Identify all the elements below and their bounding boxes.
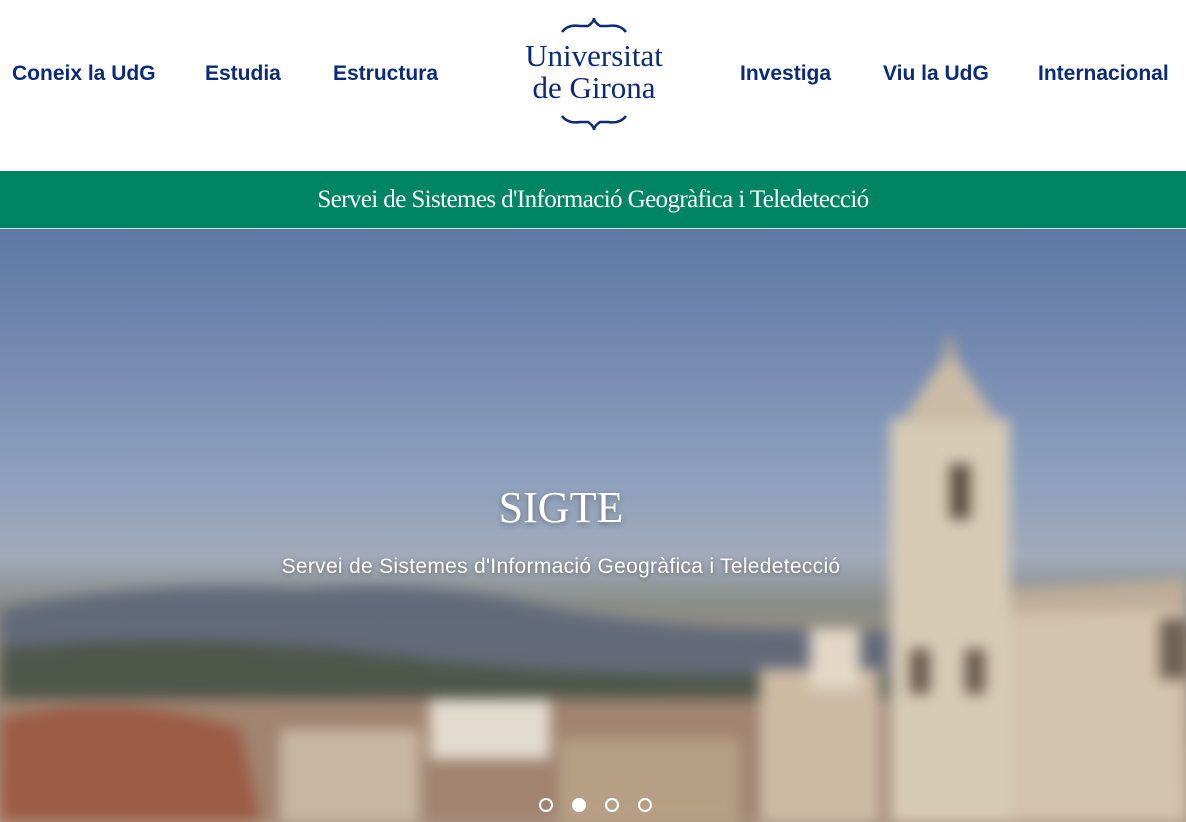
logo-text-line1: Universitat <box>525 38 663 73</box>
slider-dot-4[interactable] <box>638 798 652 812</box>
site-header: Coneix la UdG Estudia Estructura Univers… <box>0 0 1186 171</box>
banner-title[interactable]: Servei de Sistemes d'Informació Geogràfi… <box>317 186 869 214</box>
nav-coneix-la-udg[interactable]: Coneix la UdG <box>12 62 156 86</box>
nav-internacional[interactable]: Internacional <box>1038 62 1169 86</box>
hero-subtitle: Servei de Sistemes d'Informació Geogràfi… <box>281 555 841 578</box>
hero-slider[interactable]: SIGTE Servei de Sistemes d'Informació Ge… <box>0 229 1186 822</box>
logo-text-line2: de Girona <box>532 70 656 105</box>
service-banner: Servei de Sistemes d'Informació Geogràfi… <box>0 171 1186 229</box>
university-logo[interactable]: Universitat de Girona <box>510 18 678 130</box>
nav-estudia[interactable]: Estudia <box>205 62 281 86</box>
slider-dot-1[interactable] <box>539 798 553 812</box>
slider-dot-2-active[interactable] <box>572 798 586 812</box>
hero-title: SIGTE <box>498 483 624 532</box>
nav-estructura[interactable]: Estructura <box>333 62 438 86</box>
slider-dot-3[interactable] <box>605 798 619 812</box>
nav-investiga[interactable]: Investiga <box>740 62 831 86</box>
nav-viu-la-udg[interactable]: Viu la UdG <box>883 62 989 86</box>
slider-pagination <box>539 798 652 812</box>
